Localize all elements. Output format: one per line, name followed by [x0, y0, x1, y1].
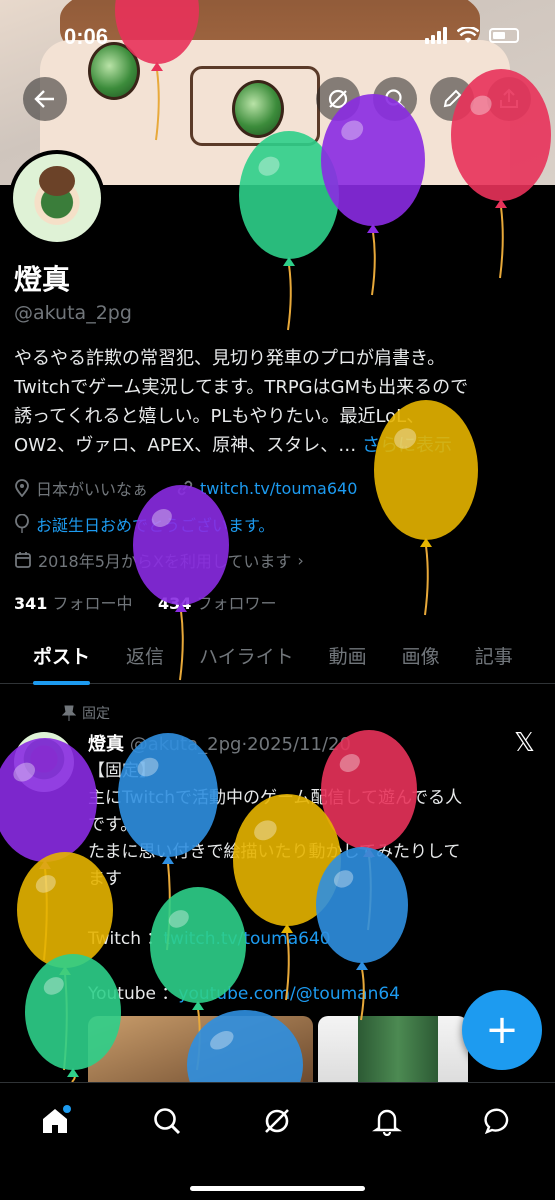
twitch-label: Twitch ： — [88, 929, 164, 949]
followers-label: フォロワー — [196, 594, 277, 613]
following-stat[interactable]: 341 フォロー中 — [14, 594, 133, 613]
search-icon — [385, 89, 405, 109]
birthday-message[interactable]: お誕生日おめでとうございます。 — [36, 512, 274, 536]
show-more-link[interactable]: さらに表示 — [362, 435, 452, 456]
edit-icon — [443, 89, 462, 108]
tab-images[interactable]: 画像 — [402, 632, 440, 684]
location-pin-icon — [15, 479, 29, 497]
joined-date: 2018年5月からXを利用しています — [38, 552, 292, 571]
pin-icon — [62, 705, 76, 721]
youtube-link[interactable]: youtube.com/@touman64 — [178, 984, 400, 1004]
birthday-row: お誕生日おめでとうございます。 — [14, 512, 274, 536]
following-label: フォロー中 — [52, 594, 133, 613]
followers-count: 434 — [157, 594, 192, 613]
followers-stat[interactable]: 434 フォロワー — [158, 594, 277, 613]
post-media-image[interactable] — [88, 1016, 313, 1082]
tab-highlights[interactable]: ハイライト — [199, 632, 294, 684]
grok-button[interactable] — [316, 77, 360, 121]
nav-search[interactable] — [145, 1099, 189, 1143]
profile-meta-row: 日本がいいなぁ twitch.tv/touma640 — [14, 476, 357, 500]
avatar-image — [13, 154, 101, 242]
notification-dot — [63, 1105, 71, 1113]
post-line: たまに思い付きで絵描いたり動かしてみたりして — [88, 842, 461, 862]
bio-line: Twitchでゲーム実況してます。TRPGはGMも出来るので — [14, 377, 469, 398]
nav-grok[interactable] — [255, 1099, 299, 1143]
post-author-name[interactable]: 燈真 — [88, 734, 124, 755]
post-line: です。 — [88, 815, 138, 835]
post-date: 2025/11/20 — [247, 734, 351, 755]
grok-icon — [328, 89, 348, 109]
battery-icon — [489, 27, 519, 43]
following-count: 341 — [14, 594, 48, 613]
balloon-icon — [15, 514, 29, 533]
link-icon — [177, 480, 193, 496]
post-media-image[interactable] — [318, 1016, 468, 1082]
profile-tabs: ポスト 返信 ハイライト 動画 画像 記事 — [0, 632, 555, 685]
post-line: 主にTwitchで活動中のゲーム配信して遊んでる人 — [88, 788, 463, 808]
follow-stats: 341 フォロー中 434 フォロワー — [14, 590, 276, 614]
post-header: 燈真 @akuta_2pg·2025/11/20 — [88, 734, 351, 755]
bio-line: 誘ってくれると嬉しい。PLもやりたい。最近LoL、 — [14, 406, 425, 427]
post-body[interactable]: 【固定】 主にTwitchで活動中のゲーム配信して遊んでる人 です。 たまに思い… — [88, 758, 543, 893]
profile-website-link[interactable]: twitch.tv/touma640 — [200, 479, 357, 498]
nav-notifications[interactable] — [365, 1099, 409, 1143]
compose-button[interactable]: + — [462, 990, 542, 1070]
twitch-link[interactable]: twitch.tv/touma640 — [163, 929, 330, 949]
bio-line: OW2、ヴァロ、APEX、原神、スタレ、… さらに表示 — [14, 431, 544, 460]
post-line: 【固定】 — [88, 761, 156, 781]
home-indicator — [190, 1186, 365, 1191]
status-time: 0:06 — [64, 24, 109, 49]
tab-posts[interactable]: ポスト — [33, 632, 91, 685]
joined-row[interactable]: 2018年5月からXを利用しています › — [14, 548, 304, 572]
status-bar: 0:06 — [0, 0, 555, 72]
user-handle: @akuta_2pg — [14, 302, 132, 324]
youtube-label: Youtube ： — [88, 984, 179, 1004]
bell-icon — [372, 1109, 402, 1136]
back-arrow-icon — [34, 90, 54, 108]
profile-bio: やるやる詐欺の常習犯、見切り発車のプロが肩書き。 Twitchでゲーム実況してま… — [14, 344, 544, 460]
post-youtube-line: Youtube ：youtube.com/@touman64 — [88, 979, 400, 1004]
profile-location: 日本がいいなぁ — [36, 480, 149, 499]
post-line: ます — [88, 869, 122, 889]
nav-home[interactable] — [33, 1099, 77, 1143]
back-button[interactable] — [23, 77, 67, 121]
display-name: 燈真 — [14, 263, 71, 296]
search-icon — [154, 1108, 181, 1135]
calendar-icon — [15, 552, 31, 568]
post-twitch-line: Twitch ：twitch.tv/touma640 — [88, 924, 331, 949]
chat-icon — [484, 1108, 509, 1135]
share-icon — [500, 88, 518, 108]
nav-messages[interactable] — [477, 1099, 521, 1143]
pinned-indicator: 固定 — [62, 703, 110, 723]
grok-icon — [265, 1109, 289, 1133]
bio-line: やるやる詐欺の常習犯、見切り発車のプロが肩書き。 — [14, 348, 446, 369]
pinned-label: 固定 — [82, 706, 110, 722]
x-logo-icon: 𝕏 — [514, 728, 535, 758]
wifi-icon — [457, 26, 479, 43]
profile-avatar[interactable] — [9, 150, 105, 246]
cellular-signal-icon — [425, 26, 447, 44]
tab-videos[interactable]: 動画 — [329, 632, 367, 684]
search-button[interactable] — [373, 77, 417, 121]
status-icons — [425, 26, 519, 44]
chevron-right-icon: › — [297, 550, 304, 570]
post-author-handle: @akuta_2pg — [129, 734, 242, 755]
banner-eye-right — [232, 80, 284, 138]
share-button[interactable] — [487, 77, 531, 121]
tab-articles[interactable]: 記事 — [475, 632, 513, 684]
bio-line-text: OW2、ヴァロ、APEX、原神、スタレ、… — [14, 435, 357, 456]
tab-replies[interactable]: 返信 — [126, 632, 164, 684]
edit-button[interactable] — [430, 77, 474, 121]
post-author-avatar[interactable] — [14, 732, 74, 792]
bottom-navigation — [0, 1082, 555, 1200]
